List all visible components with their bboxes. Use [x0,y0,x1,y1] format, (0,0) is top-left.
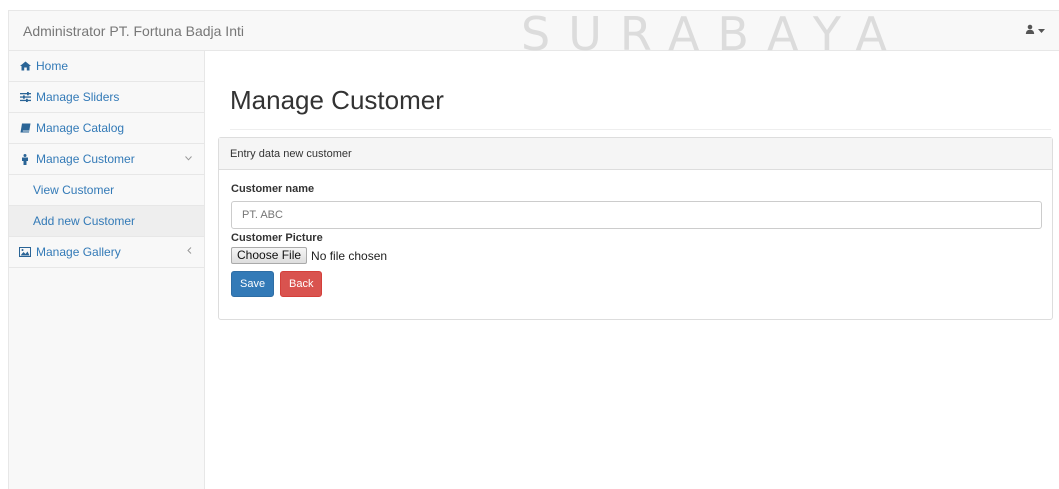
sidebar-item-label: Manage Catalog [36,121,125,135]
customer-name-label: Customer name [231,183,315,195]
caret-down-icon [1038,25,1045,37]
brand-title[interactable]: Administrator PT. Fortuna Badja Inti [23,23,244,39]
customer-name-input[interactable] [231,201,1042,229]
choose-file-button[interactable]: Choose File [231,247,308,264]
sidebar-item-manage-customer[interactable]: Manage Customer [9,144,204,175]
sidebar-item-label: Home [36,59,69,73]
sidebar-item-manage-catalog[interactable]: Manage Catalog [9,113,204,144]
top-navbar: Administrator PT. Fortuna Badja Inti SUR… [9,7,1059,61]
sidebar-item-label: Manage Sliders [36,90,120,104]
sidebar: Home Manage Sliders Manage Catalog Manag… [9,51,205,489]
panel-heading: Entry data new customer [219,138,1052,170]
entry-panel: Entry data new customer Customer name Cu… [218,137,1053,320]
male-icon [19,153,31,165]
sidebar-item-label: Add new Customer [33,214,136,228]
chevron-left-icon [187,246,192,257]
chevron-down-icon [185,153,192,164]
home-icon [19,60,31,72]
app-frame: Administrator PT. Fortuna Badja Inti SUR… [8,7,1059,489]
file-input: Choose File No file chosen [231,247,387,264]
save-button[interactable]: Save [231,271,275,297]
sidebar-item-label: Manage Gallery [36,245,121,259]
book-icon [19,122,31,134]
sidebar-item-home[interactable]: Home [9,51,204,82]
sidebar-item-label: View Customer [33,183,115,197]
sidebar-item-manage-gallery[interactable]: Manage Gallery [9,237,204,268]
sidebar-item-add-new-customer[interactable]: Add new Customer [9,206,204,237]
user-menu[interactable] [1025,24,1045,37]
sliders-icon [19,91,31,103]
picture-icon [19,246,31,258]
customer-picture-label: Customer Picture [231,232,323,244]
sidebar-item-view-customer[interactable]: View Customer [9,175,204,206]
back-button[interactable]: Back [280,271,323,297]
sidebar-item-manage-sliders[interactable]: Manage Sliders [9,82,204,113]
file-status-text: No file chosen [311,248,388,263]
main-content: Manage Customer Entry data new customer … [218,51,1059,489]
sidebar-item-label: Manage Customer [36,152,135,166]
title-divider [230,129,1051,130]
page-title: Manage Customer [230,85,444,115]
user-icon [1025,24,1035,37]
